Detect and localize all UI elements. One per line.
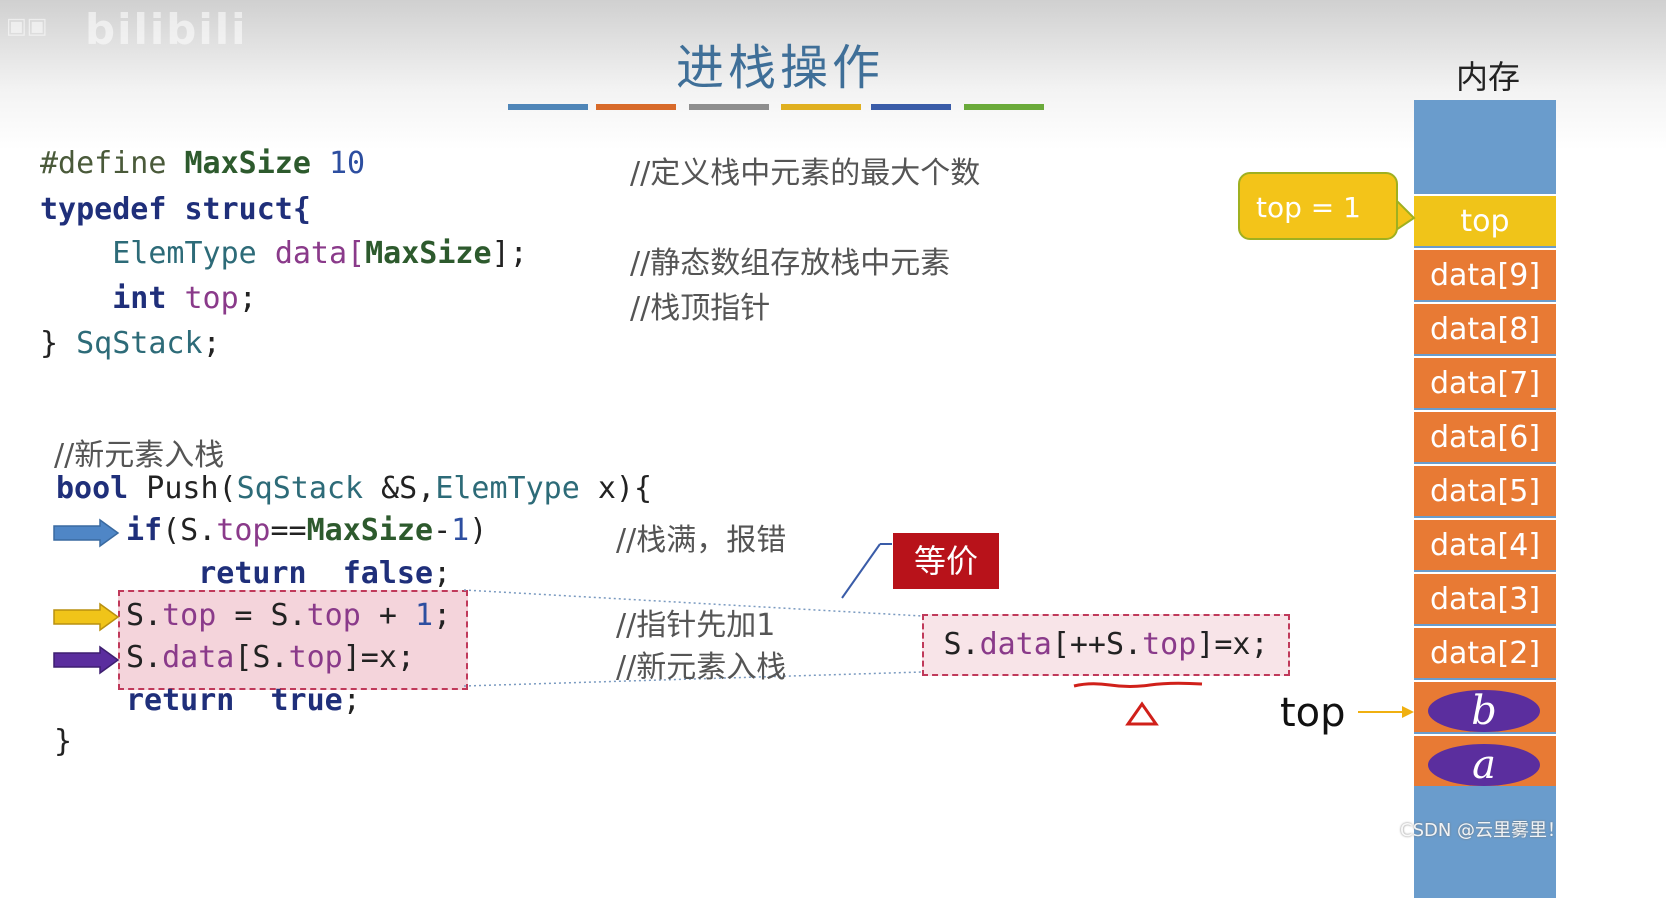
code-text: ) [469,513,488,548]
code-keyword: return [198,556,307,591]
callout-pointer [1396,198,1416,232]
yellow-arrow-icon [53,602,120,632]
memory-cell: data[5] [1414,464,1556,516]
code-text: ; [433,598,452,633]
memory-cell: data[9] [1414,248,1556,300]
code-text: - [433,513,452,548]
code-text: ]=x; [342,640,415,675]
code-line-return-true: return true; [126,683,361,718]
code-line-increment: S.top = S.top + 1; [126,598,451,633]
memory-cell-top: top [1414,194,1556,246]
code-text: ; [342,683,361,718]
code-text: [S. [234,640,289,675]
memory-cell: data[6] [1414,410,1556,462]
code-line-return-false: return false; [126,556,451,591]
code-comment: //栈满，报错 [616,523,787,558]
code-variable: top [216,513,271,548]
memory-cell: data[2] [1414,626,1556,678]
memory-label: 内存 [1456,58,1521,96]
top-value-callout: top = 1 [1238,172,1398,240]
code-text: == [270,513,307,548]
memory-cell: data[7] [1414,356,1556,408]
memory-cell: data[3] [1414,572,1556,624]
code-text: + [360,598,415,633]
code-text: (S. [162,513,217,548]
code-variable: top [162,598,217,633]
code-keyword: true [270,683,343,718]
element-oval: b [1428,690,1540,732]
code-line-close: } [54,724,73,759]
code-comment: //新元素入栈 [616,650,787,685]
top-pointer-label: top [1280,690,1346,736]
top-pointer-arrow-icon [1358,706,1414,718]
code-comment: //指针先加1 [616,608,776,643]
code-keyword: false [342,556,434,591]
code-number: 1 [415,598,434,633]
code-line-if: if(S.top==MaxSize-1) [126,513,487,548]
code-line-assign: S.data[S.top]=x; [126,640,415,675]
code-variable: top [306,598,361,633]
element-oval: a [1428,744,1540,786]
purple-arrow-icon [53,645,120,675]
code-text: S. [126,640,163,675]
code-keyword: if [126,513,163,548]
code-variable: data [162,640,235,675]
code-text: = S. [216,598,307,633]
code-keyword: return [126,683,235,718]
code-text: S. [126,598,163,633]
code-text: ; [433,556,452,591]
code-number: 1 [451,513,470,548]
blue-arrow-icon [53,518,120,548]
code-macro: MaxSize [306,513,434,548]
equivalent-badge: 等价 [893,533,999,589]
footer-credit: CSDN @云里雾里！ [1400,820,1566,841]
memory-cell: data[4] [1414,518,1556,570]
memory-cell: data[8] [1414,302,1556,354]
code-variable: top [288,640,343,675]
